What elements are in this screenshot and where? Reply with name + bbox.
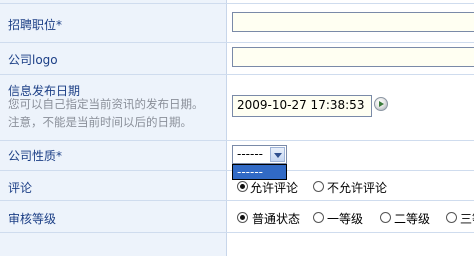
- dropdown-option[interactable]: ------: [237, 165, 263, 179]
- publish-date-hint-2: 注意，不能是当前时间以后的日期。: [8, 115, 192, 129]
- disallow-comment-label[interactable]: 不允许评论: [327, 179, 387, 196]
- company-type-dropdown-list[interactable]: ------: [232, 164, 287, 180]
- allow-comment-radio[interactable]: [237, 181, 248, 192]
- row-divider: [0, 232, 474, 233]
- allow-comment-label[interactable]: 允许评论: [250, 179, 298, 196]
- review-normal-radio[interactable]: [237, 212, 248, 223]
- review-level1-radio[interactable]: [313, 212, 324, 223]
- review-level-label: 审核等级: [8, 212, 57, 226]
- company-logo-input[interactable]: [232, 47, 474, 67]
- row-divider: [0, 200, 474, 201]
- comment-label: 评论: [8, 181, 33, 195]
- row-divider: [0, 140, 474, 141]
- row-divider: [0, 3, 474, 4]
- publish-date-input[interactable]: 2009-10-27 17:38:53: [232, 95, 372, 117]
- review-level3-radio[interactable]: [446, 212, 457, 223]
- job-title-label: 招聘职位*: [8, 18, 63, 32]
- row-divider: [0, 42, 474, 43]
- review-level2-radio[interactable]: [380, 212, 391, 223]
- article-form: 招聘职位* 公司logo 信息发布日期 您可以自己指定当前资讯的发布日期。 注意…: [0, 0, 474, 256]
- company-type-selected-value: ------: [237, 147, 263, 161]
- calendar-picker-icon[interactable]: [374, 97, 388, 111]
- review-level1-label[interactable]: 一等级: [327, 210, 363, 227]
- chevron-down-icon[interactable]: [270, 147, 285, 162]
- disallow-comment-radio[interactable]: [313, 181, 324, 192]
- job-title-input[interactable]: [232, 12, 474, 32]
- review-normal-label[interactable]: 普通状态: [252, 210, 300, 227]
- company-type-select[interactable]: ------: [232, 145, 287, 164]
- row-divider: [0, 74, 474, 75]
- review-level3-label[interactable]: 三等级: [460, 210, 474, 227]
- company-logo-label: 公司logo: [8, 53, 58, 67]
- review-level2-label[interactable]: 二等级: [394, 210, 430, 227]
- publish-date-hint-1: 您可以自己指定当前资讯的发布日期。: [8, 97, 204, 111]
- company-type-label: 公司性质*: [8, 149, 63, 163]
